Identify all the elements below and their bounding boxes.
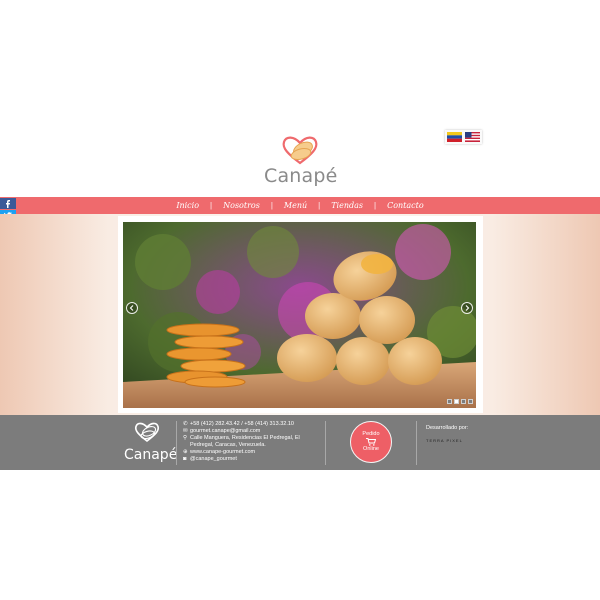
contact-address: ⚲ Calle Manguera, Residencias El Pedrega…	[183, 435, 318, 449]
logo[interactable]: Canapé	[264, 134, 338, 192]
chevron-left-icon	[129, 305, 134, 311]
address-line-1: Calle Manguera, Residencias El Pedregal,…	[190, 435, 300, 441]
footer-divider	[416, 421, 417, 465]
developer-logo[interactable]: TERRA PIXEL	[426, 438, 506, 443]
nav-item-tiendas[interactable]: Tiendas	[320, 201, 374, 210]
heart-logo-icon	[282, 136, 318, 165]
address-line-2: Pedregal, Caracas, Venezuela.	[190, 442, 266, 448]
footer: Canapé ✆ +58 (412) 282.43.42 / +58 (414)…	[0, 415, 600, 470]
nav-item-inicio[interactable]: Inicio	[165, 201, 210, 210]
main-nav: Inicio | Nosotros | Menú | Tiendas | Con…	[0, 197, 600, 214]
globe-icon: ⊕	[183, 449, 188, 455]
nav-separator: |	[374, 201, 377, 210]
address-text: Calle Manguera, Residencias El Pedregal,…	[190, 435, 300, 449]
phone-text: +58 (412) 282.43.42 / +58 (414) 313.32.1…	[190, 421, 294, 427]
footer-logo[interactable]: Canapé	[124, 421, 178, 463]
website-text: www.canape-gourmet.com	[190, 449, 256, 455]
slider-dot-3[interactable]	[461, 399, 466, 404]
language-selector	[445, 130, 482, 144]
page: Canapé Inicio | Nosotros | Menú | Tienda…	[0, 0, 600, 600]
header: Canapé	[0, 126, 600, 196]
footer-divider	[176, 421, 177, 465]
envelope-icon: ✉	[183, 428, 188, 434]
slider-image	[123, 222, 476, 408]
contact-email[interactable]: ✉ gourmet.canape@gmail.com	[183, 428, 318, 435]
contact-instagram[interactable]: ◙ @canape_gourmet	[183, 456, 318, 463]
footer-divider	[325, 421, 326, 465]
contact-phone: ✆ +58 (412) 282.43.42 / +58 (414) 313.32…	[183, 421, 318, 428]
developed-by-label: Desarrollado por:	[426, 425, 469, 431]
contact-website[interactable]: ⊕ www.canape-gourmet.com	[183, 449, 318, 456]
developer-credit: Desarrollado por: TERRA PIXEL	[426, 425, 506, 443]
logo-text: Canapé	[264, 165, 338, 187]
footer-logo-text: Canapé	[124, 447, 178, 463]
chevron-right-icon	[465, 305, 470, 311]
order-online-button[interactable]: Pedido Online	[350, 421, 392, 463]
slider-prev-button[interactable]	[126, 302, 138, 314]
nav-item-menu[interactable]: Menú	[273, 201, 318, 210]
contact-info: ✆ +58 (412) 282.43.42 / +58 (414) 313.32…	[183, 421, 318, 463]
map-pin-icon: ⚲	[183, 435, 188, 441]
slider-dot-2[interactable]	[454, 399, 459, 404]
cart-icon	[366, 438, 376, 446]
phone-icon: ✆	[183, 421, 188, 427]
instagram-icon: ◙	[183, 456, 187, 462]
nav-separator: |	[270, 201, 273, 210]
nav-item-contacto[interactable]: Contacto	[376, 201, 435, 210]
order-label-1: Pedido	[362, 431, 380, 437]
venezuela-flag-icon[interactable]	[447, 132, 462, 142]
slider-pagination	[447, 399, 473, 404]
slider-next-button[interactable]	[461, 302, 473, 314]
slider-dot-4[interactable]	[468, 399, 473, 404]
order-label-2: Online	[363, 446, 379, 452]
usa-flag-icon[interactable]	[465, 132, 480, 142]
nav-item-nosotros[interactable]: Nosotros	[212, 201, 271, 210]
nav-separator: |	[210, 201, 213, 210]
heart-logo-icon	[134, 422, 160, 442]
email-text: gourmet.canape@gmail.com	[190, 428, 261, 434]
slider-dot-1[interactable]	[447, 399, 452, 404]
facebook-icon[interactable]	[0, 198, 16, 209]
instagram-text: @canape_gourmet	[190, 456, 237, 462]
nav-separator: |	[318, 201, 321, 210]
